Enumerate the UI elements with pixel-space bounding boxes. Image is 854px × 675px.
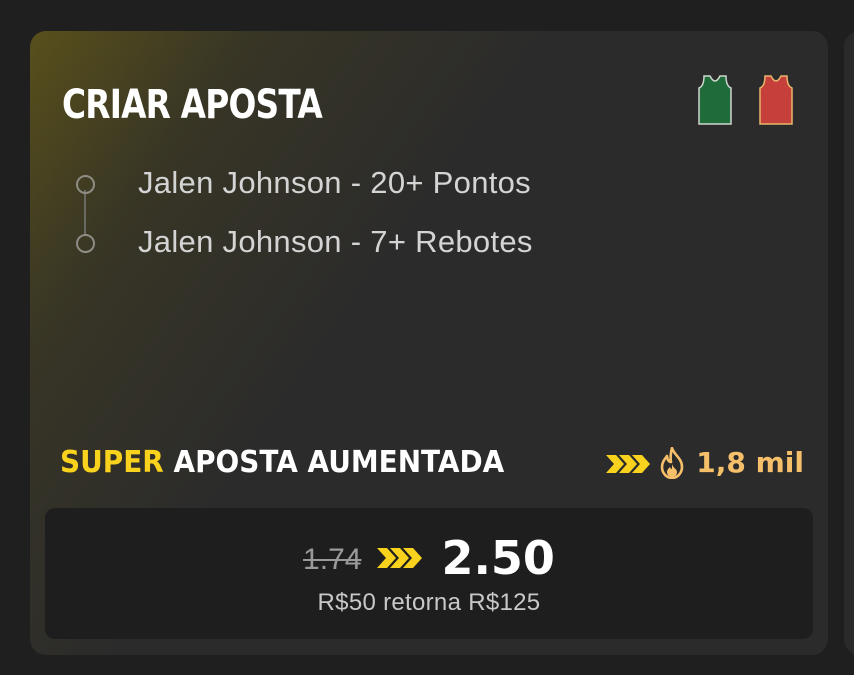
chevrons-right-icon [606,455,650,473]
boosted-odds: 2.50 [441,531,555,585]
bet-leg: Jalen Johnson - 20+ Pontos [68,164,768,204]
leg-label: Jalen Johnson - 20+ Pontos [138,165,531,200]
leg-dot-icon [76,234,95,253]
fire-icon [660,447,684,479]
home-jersey-icon [698,75,732,125]
card-title: CRIAR APOSTA [62,82,323,128]
boost-banner: SUPER APOSTA AUMENTADA 1,8 mil [60,443,804,483]
leg-dot-icon [76,175,95,194]
bet-leg: Jalen Johnson - 7+ Rebotes [68,223,768,263]
boost-title: SUPER APOSTA AUMENTADA [60,445,504,481]
odds-button[interactable]: 1.74 2.50 R$50 retorna R$125 [45,508,813,639]
leg-label: Jalen Johnson - 7+ Rebotes [138,224,533,259]
boost-prefix: SUPER [60,445,164,480]
away-jersey-icon [759,75,793,125]
original-odds: 1.74 [303,543,362,576]
next-card-peek[interactable] [844,31,854,655]
chevrons-right-icon [377,548,423,568]
bet-builder-card[interactable]: CRIAR APOSTA Jalen Johnson - 20+ Pontos … [30,31,828,655]
bet-legs-list: Jalen Johnson - 20+ Pontos Jalen Johnson… [68,164,808,294]
boost-label: APOSTA AUMENTADA [173,445,505,480]
popularity-indicator: 1,8 mil [658,445,804,481]
odds-line: 1.74 2.50 [45,528,813,588]
returns-text: R$50 retorna R$125 [317,589,541,616]
popularity-count: 1,8 mil [696,446,804,479]
